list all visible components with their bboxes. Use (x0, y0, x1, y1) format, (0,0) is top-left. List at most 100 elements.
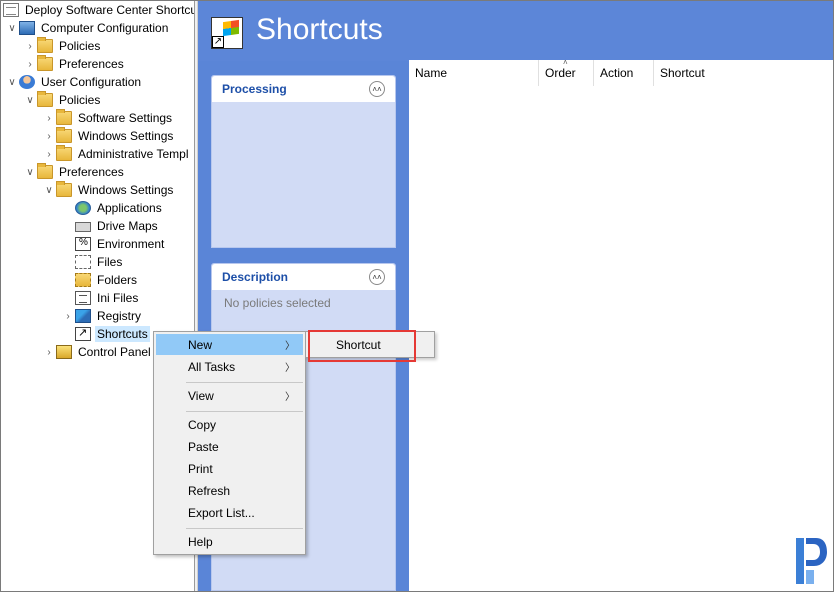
tree-item-label: Control Panel (78, 345, 151, 359)
tree-item-label: Computer Configuration (41, 21, 169, 35)
folder-icon (56, 109, 72, 125)
submenu-arrow-icon: 〉 (285, 392, 295, 403)
highlight-callout (308, 330, 416, 362)
control-panel-icon (56, 345, 72, 359)
menu-separator (186, 382, 303, 383)
tree-item-folders[interactable]: Folders (61, 271, 139, 289)
globe-icon (75, 201, 91, 215)
folder-icon (37, 55, 53, 71)
chevron-right-icon[interactable]: › (42, 113, 56, 124)
description-text: No policies selected (224, 296, 331, 310)
column-header-name[interactable]: Name (409, 60, 539, 86)
submenu-arrow-icon: 〉 (285, 341, 295, 352)
chevron-down-icon[interactable]: ∨ (5, 23, 19, 34)
folders-icon (75, 273, 91, 287)
computer-icon (19, 21, 35, 35)
tree-item-label: Ini Files (97, 291, 139, 305)
tree-item-label: Environment (97, 237, 165, 251)
tree-item-label: Preferences (59, 57, 124, 71)
processing-panel-header: Processing ˄˄ (212, 76, 395, 102)
menu-item-paste[interactable]: Paste (156, 436, 303, 457)
folder-icon (56, 127, 72, 143)
tree-item-registry[interactable]: › Registry (61, 307, 143, 325)
menu-item-view[interactable]: View 〉 (156, 385, 303, 406)
files-icon (75, 255, 91, 269)
page-title: Shortcuts (256, 13, 383, 46)
brand-logo-icon (796, 538, 827, 584)
tree-item-gpo-root[interactable]: Deploy Software Center Shortcut (3, 1, 195, 19)
menu-item-all-tasks[interactable]: All Tasks 〉 (156, 356, 303, 377)
chevron-down-icon[interactable]: ∨ (5, 77, 19, 88)
tree-item-files[interactable]: Files (61, 253, 124, 271)
registry-icon (75, 309, 91, 323)
menu-item-export-list[interactable]: Export List... (156, 502, 303, 523)
page-header: ↗ Shortcuts (198, 1, 833, 61)
tree-item-computer-preferences[interactable]: › Preferences (23, 55, 126, 73)
environment-icon (75, 237, 91, 251)
menu-item-new[interactable]: New 〉 (156, 334, 303, 355)
tree-item-user-policies[interactable]: ∨ Policies (23, 91, 102, 109)
chevron-down-icon[interactable]: ∨ (23, 167, 37, 178)
menu-item-help[interactable]: Help (156, 531, 303, 552)
submenu-arrow-icon: 〉 (285, 363, 295, 374)
tree-item-label: Software Settings (78, 111, 173, 125)
tree-item-software-settings[interactable]: › Software Settings (42, 109, 174, 127)
chevron-right-icon[interactable]: › (61, 311, 75, 322)
tree-item-label: Drive Maps (97, 219, 158, 233)
shortcut-arrow-icon: ↗ (212, 36, 224, 48)
menu-item-label: New (188, 337, 213, 352)
tree-item-preferences-windows-settings[interactable]: ∨ Windows Settings (42, 181, 175, 199)
tree-item-administrative-templates[interactable]: › Administrative Templ (42, 145, 190, 163)
menu-item-print[interactable]: Print (156, 458, 303, 479)
tree-item-user-configuration[interactable]: ∨ User Configuration (5, 73, 143, 91)
context-menu: New 〉 All Tasks 〉 View 〉 Copy Paste Prin… (153, 331, 306, 555)
chevron-down-icon[interactable]: ∨ (42, 185, 56, 196)
tree-item-label: Deploy Software Center Shortcut (25, 3, 195, 17)
chevron-right-icon[interactable]: › (42, 347, 56, 358)
tree-item-label: Shortcuts (95, 326, 150, 342)
tree-item-user-preferences[interactable]: ∨ Preferences (23, 163, 126, 181)
column-header-shortcut[interactable]: Shortcut (654, 60, 833, 86)
tree-item-computer-policies[interactable]: › Policies (23, 37, 102, 55)
drive-icon (75, 222, 91, 232)
tree-item-label: User Configuration (41, 75, 142, 89)
tree-item-control-panel[interactable]: › Control Panel (42, 343, 153, 361)
ini-file-icon (75, 291, 91, 305)
folder-icon (37, 163, 53, 179)
folder-icon (56, 145, 72, 161)
tree-item-label: Policies (59, 93, 101, 107)
tree-item-applications[interactable]: Applications (61, 199, 164, 217)
tree-item-policies-windows-settings[interactable]: › Windows Settings (42, 127, 175, 145)
menu-item-copy[interactable]: Copy (156, 414, 303, 435)
chevron-right-icon[interactable]: › (42, 131, 56, 142)
menu-separator (186, 528, 303, 529)
shortcut-extension-icon: ↗ (211, 17, 243, 49)
tree-item-label: Preferences (59, 165, 124, 179)
description-panel-header: Description ˄˄ (212, 264, 395, 290)
processing-panel-title: Processing (222, 82, 287, 96)
menu-item-label: All Tasks (188, 359, 236, 374)
tree-item-shortcuts[interactable]: Shortcuts (61, 325, 150, 343)
chevron-right-icon[interactable]: › (23, 41, 37, 52)
collapse-icon[interactable]: ˄˄ (369, 269, 385, 285)
menu-item-refresh[interactable]: Refresh (156, 480, 303, 501)
shortcut-icon (75, 326, 91, 341)
tree-item-label: Registry (97, 309, 142, 323)
shortcuts-list[interactable]: Name Order ˄ Action Shortcut (409, 58, 833, 591)
tree-item-ini-files[interactable]: Ini Files (61, 289, 140, 307)
user-icon (19, 75, 35, 89)
column-header-action[interactable]: Action (594, 60, 654, 86)
chevron-right-icon[interactable]: › (42, 149, 56, 160)
collapse-icon[interactable]: ˄˄ (369, 81, 385, 97)
document-icon (3, 3, 19, 17)
chevron-down-icon[interactable]: ∨ (23, 95, 37, 106)
chevron-right-icon[interactable]: › (23, 59, 37, 70)
tree-item-label: Windows Settings (78, 183, 174, 197)
tree-item-environment[interactable]: Environment (61, 235, 166, 253)
tree-item-computer-configuration[interactable]: ∨ Computer Configuration (5, 19, 170, 37)
tree-item-drive-maps[interactable]: Drive Maps (61, 217, 160, 235)
tree-item-label: Applications (97, 201, 162, 215)
tree-item-label: Administrative Templ (78, 147, 189, 161)
windows-flag-icon (223, 19, 239, 37)
folder-icon (56, 181, 72, 197)
